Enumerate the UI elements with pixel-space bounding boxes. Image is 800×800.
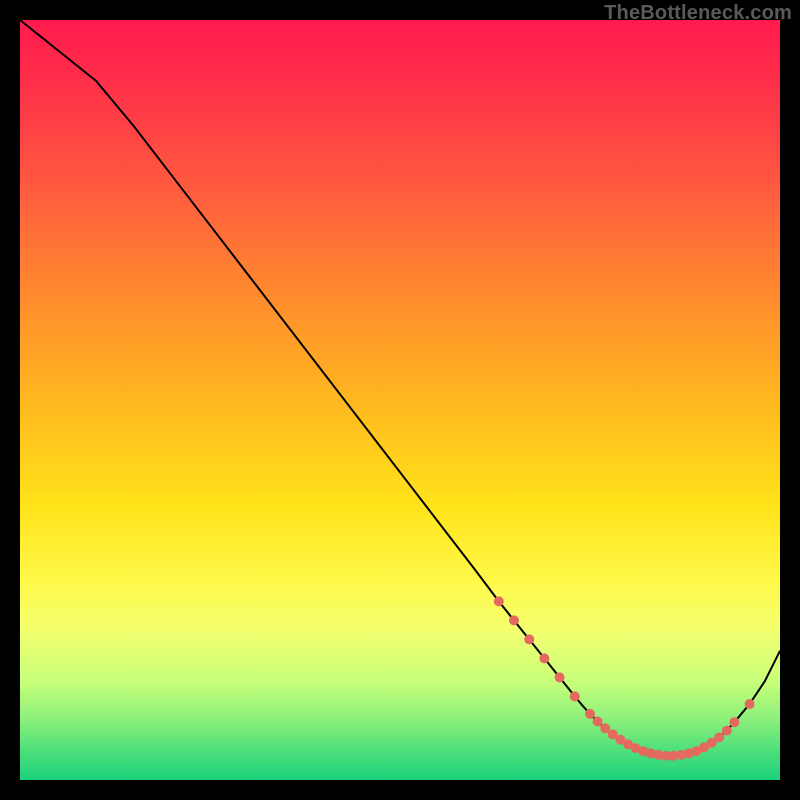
- chart-svg: [20, 20, 780, 780]
- chart-plot-area: [20, 20, 780, 780]
- curve-marker: [570, 691, 580, 701]
- curve-marker: [539, 653, 549, 663]
- curve-marker: [714, 732, 724, 742]
- curve-marker: [745, 699, 755, 709]
- curve-marker: [593, 717, 603, 727]
- curve-marker: [524, 634, 534, 644]
- curve-marker: [722, 726, 732, 736]
- curve-marker: [555, 672, 565, 682]
- curve-line: [20, 20, 780, 756]
- curve-marker: [494, 596, 504, 606]
- curve-marker: [729, 717, 739, 727]
- curve-marker: [585, 709, 595, 719]
- chart-frame: TheBottleneck.com: [0, 0, 800, 800]
- curve-marker: [509, 615, 519, 625]
- curve-markers: [494, 596, 755, 760]
- watermark-text: TheBottleneck.com: [604, 2, 792, 25]
